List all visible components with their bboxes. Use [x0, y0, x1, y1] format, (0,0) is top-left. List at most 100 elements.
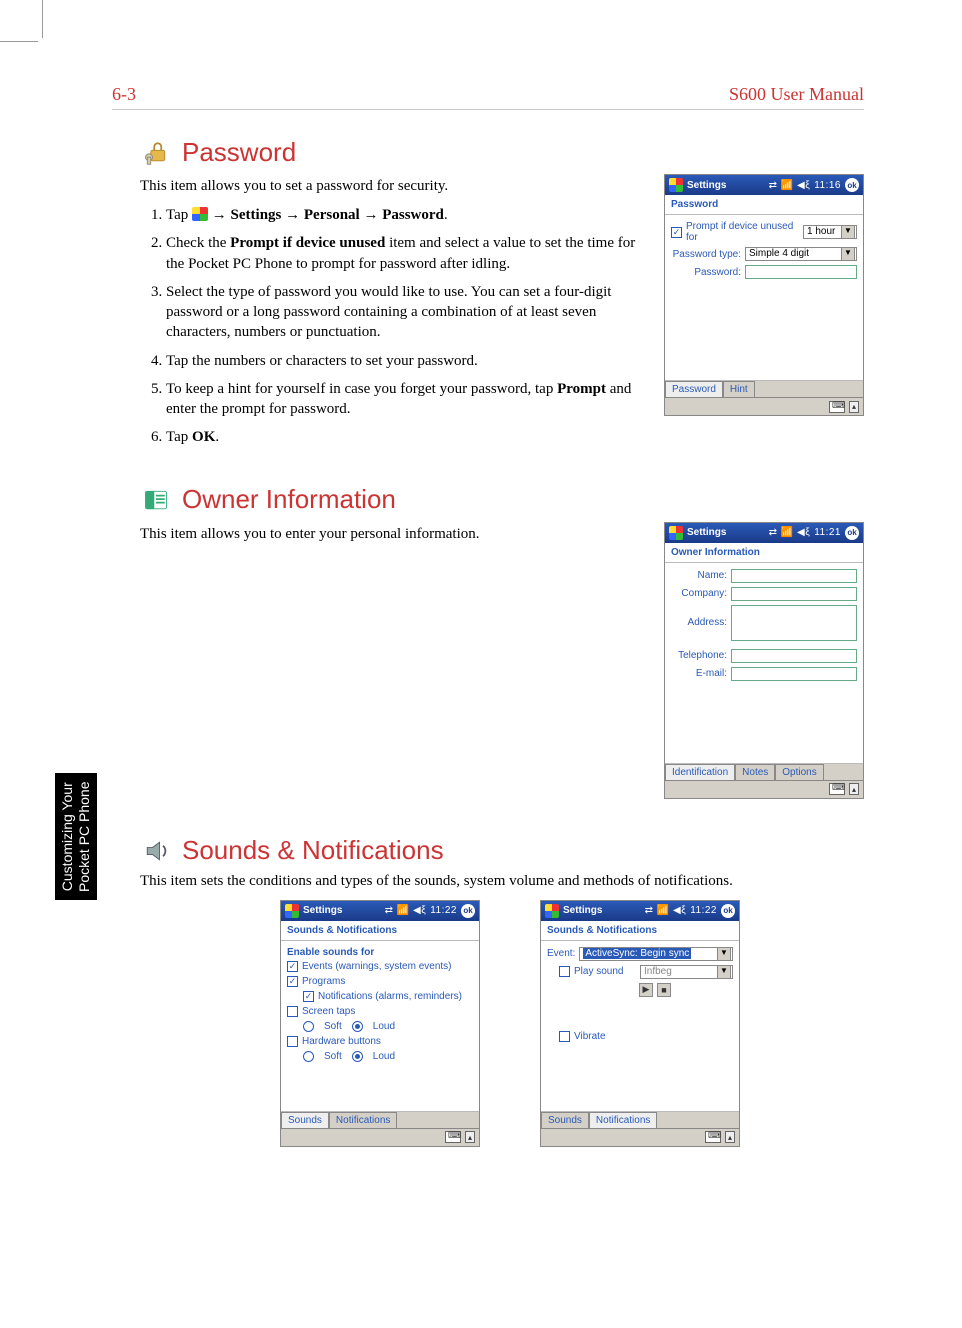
clock[interactable]: 11:22	[430, 905, 457, 916]
password-type-label: Password type:	[671, 249, 741, 260]
ok-button[interactable]: ok	[845, 178, 859, 192]
start-icon[interactable]	[285, 904, 299, 918]
sip-arrow-icon[interactable]: ▴	[725, 1131, 735, 1143]
password-icon	[140, 136, 172, 168]
owner-intro: This item allows you to enter your perso…	[140, 526, 644, 543]
sip-keyboard-icon[interactable]	[829, 783, 845, 795]
ok-button[interactable]: ok	[721, 904, 735, 918]
tab-password[interactable]: Password	[665, 381, 723, 397]
password-field-label: Password:	[671, 267, 741, 278]
chapter-side-tab: Customizing Your Pocket PC Phone	[55, 773, 97, 900]
screen-taps-checkbox[interactable]	[287, 1006, 298, 1017]
play-sound-select[interactable]: Infbeg	[640, 965, 733, 979]
screenshot-password: Settings ⇄ 📶 ◀ξ 11:16 ok Password ✓ Prom…	[664, 174, 864, 416]
side-tab-line2: Pocket PC Phone	[76, 781, 92, 892]
screenshot-notifications-tab: Settings ⇄ 📶 ◀ξ 11:22 ok Sounds & Notifi…	[540, 900, 740, 1147]
name-input[interactable]	[731, 569, 857, 583]
event-select-value: ActiveSync: Begin sync	[583, 948, 691, 959]
password-step-4: Tap the numbers or characters to set you…	[166, 351, 644, 371]
screen-loud-radio[interactable]	[352, 1021, 363, 1032]
events-checkbox[interactable]: ✓	[287, 961, 298, 972]
start-icon[interactable]	[669, 526, 683, 540]
page-number: 6-3	[112, 84, 136, 105]
sip-arrow-icon[interactable]: ▴	[465, 1131, 475, 1143]
page-title: S600 User Manual	[729, 84, 864, 105]
telephone-label: Telephone:	[671, 650, 727, 661]
programs-checkbox[interactable]: ✓	[287, 976, 298, 987]
password-step-2: Check the Prompt if device unused item a…	[166, 233, 644, 274]
start-icon	[192, 207, 208, 221]
tab-hint[interactable]: Hint	[723, 381, 755, 397]
tab-sounds[interactable]: Sounds	[281, 1112, 329, 1128]
start-icon[interactable]	[669, 178, 683, 192]
window-title: Settings	[687, 527, 726, 538]
play-button[interactable]: ▶	[639, 983, 653, 997]
event-select[interactable]: ActiveSync: Begin sync	[579, 947, 733, 961]
owner-info-icon	[140, 484, 172, 516]
tab-sounds[interactable]: Sounds	[541, 1112, 589, 1128]
section-owner-title: Owner Information	[140, 484, 864, 516]
hw-loud-radio[interactable]	[352, 1051, 363, 1062]
sip-keyboard-icon[interactable]	[829, 401, 845, 413]
tab-identification[interactable]: Identification	[665, 764, 735, 780]
hardware-buttons-checkbox[interactable]	[287, 1036, 298, 1047]
password-input[interactable]	[745, 265, 857, 279]
company-input[interactable]	[731, 587, 857, 601]
prompt-checkbox[interactable]: ✓	[671, 227, 682, 238]
prompt-checkbox-label: Prompt if device unused for	[686, 221, 799, 243]
address-input[interactable]	[731, 605, 857, 641]
page-heading: Sounds & Notifications	[281, 921, 479, 941]
play-sound-checkbox[interactable]	[559, 966, 570, 977]
crop-mark	[42, 0, 43, 38]
tab-notifications[interactable]: Notifications	[589, 1112, 657, 1128]
clock[interactable]: 11:21	[814, 527, 841, 538]
section-sounds-text: Sounds & Notifications	[182, 835, 444, 866]
play-sound-label: Play sound	[574, 966, 636, 977]
email-input[interactable]	[731, 667, 857, 681]
section-sounds-title: Sounds & Notifications	[140, 835, 864, 867]
tab-options[interactable]: Options	[775, 764, 823, 780]
address-label: Address:	[671, 617, 727, 628]
screen-soft-label: Soft	[324, 1021, 342, 1032]
sip-keyboard-icon[interactable]	[445, 1131, 461, 1143]
notifications-checkbox[interactable]: ✓	[303, 991, 314, 1002]
page-heading: Sounds & Notifications	[541, 921, 739, 941]
password-steps: Tap → Settings → Personal → Password. Ch…	[140, 205, 644, 448]
password-step-1: Tap → Settings → Personal → Password.	[166, 205, 644, 225]
hw-soft-radio[interactable]	[303, 1051, 314, 1062]
sip-arrow-icon[interactable]: ▴	[849, 783, 859, 795]
prompt-duration-select[interactable]: 1 hour	[803, 225, 857, 239]
tab-notes[interactable]: Notes	[735, 764, 775, 780]
password-step-5: To keep a hint for yourself in case you …	[166, 379, 644, 420]
clock[interactable]: 11:16	[814, 180, 841, 191]
start-icon[interactable]	[545, 904, 559, 918]
ok-button[interactable]: ok	[461, 904, 475, 918]
status-icons[interactable]: ⇄ 📶 ◀ξ	[645, 905, 687, 916]
tab-notifications[interactable]: Notifications	[329, 1112, 397, 1128]
telephone-input[interactable]	[731, 649, 857, 663]
section-password-title: Password	[140, 136, 864, 168]
status-icons[interactable]: ⇄ 📶 ◀ξ	[385, 905, 427, 916]
screenshot-owner-info: Settings ⇄ 📶 ◀ξ 11:21 ok Owner Informati…	[664, 522, 864, 799]
sip-keyboard-icon[interactable]	[705, 1131, 721, 1143]
vibrate-label: Vibrate	[574, 1031, 606, 1042]
notifications-checkbox-label: Notifications (alarms, reminders)	[318, 991, 462, 1002]
sip-arrow-icon[interactable]: ▴	[849, 401, 859, 413]
window-title: Settings	[563, 905, 602, 916]
company-label: Company:	[671, 588, 727, 599]
hardware-buttons-checkbox-label: Hardware buttons	[302, 1036, 381, 1047]
clock[interactable]: 11:22	[690, 905, 717, 916]
ok-button[interactable]: ok	[845, 526, 859, 540]
screen-loud-label: Loud	[373, 1021, 395, 1032]
password-intro: This item allows you to set a password f…	[140, 178, 644, 195]
stop-button[interactable]: ■	[657, 983, 671, 997]
side-tab-line1: Customizing Your	[59, 782, 75, 891]
status-icons[interactable]: ⇄ 📶 ◀ξ	[769, 180, 811, 191]
vibrate-checkbox[interactable]	[559, 1031, 570, 1042]
screen-taps-checkbox-label: Screen taps	[302, 1006, 355, 1017]
event-label: Event:	[547, 948, 575, 959]
screen-soft-radio[interactable]	[303, 1021, 314, 1032]
password-type-select[interactable]: Simple 4 digit	[745, 247, 857, 261]
section-password-text: Password	[182, 137, 296, 168]
status-icons[interactable]: ⇄ 📶 ◀ξ	[769, 527, 811, 538]
